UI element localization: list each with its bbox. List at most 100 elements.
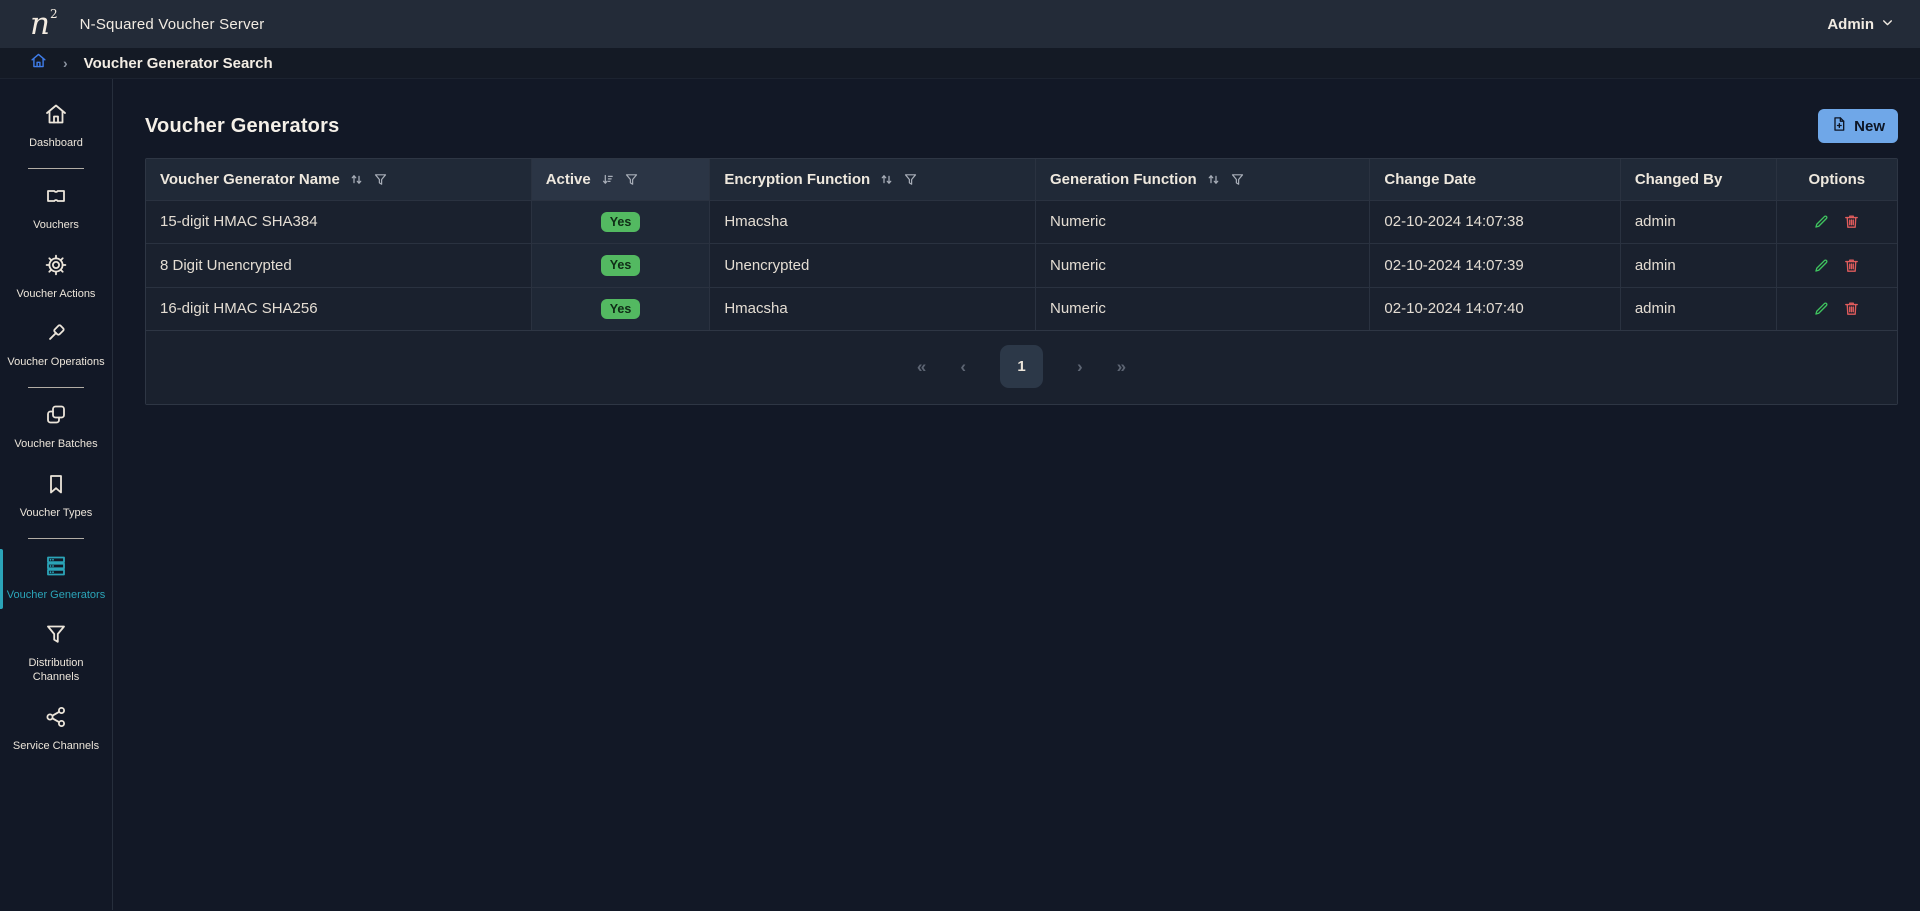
sidebar-item-voucher-batches[interactable]: Voucher Batches [0,394,112,463]
cell-active: Yes [531,200,710,244]
table-row: 15-digit HMAC SHA384 Yes Hmacsha Numeric… [146,200,1897,244]
sort-desc-icon[interactable] [600,172,615,187]
table-row: 8 Digit Unencrypted Yes Unencrypted Nume… [146,244,1897,288]
column-label: Change Date [1384,171,1476,188]
edit-icon[interactable] [1813,213,1830,230]
sidebar-item-label: Distribution Channels [5,657,107,685]
cell-changed-by: admin [1620,287,1776,331]
cell-generation-function: Numeric [1035,287,1369,331]
sort-icon[interactable] [879,172,894,187]
column-header-change-date: Change Date [1370,159,1620,200]
cell-change-date: 02-10-2024 14:07:38 [1370,200,1620,244]
gear-icon [44,253,68,282]
cell-generation-function: Numeric [1035,244,1369,288]
delete-icon[interactable] [1843,213,1860,230]
sidebar-item-label: Service Channels [13,740,99,754]
cell-options [1776,200,1897,244]
pagination: « ‹ 1 › » [146,331,1897,404]
column-header-voucher-generator-name[interactable]: Voucher Generator Name [146,159,531,200]
sidebar-item-label: Voucher Actions [17,288,96,302]
sidebar-item-service-channels[interactable]: Service Channels [0,696,112,765]
cell-changed-by: admin [1620,200,1776,244]
column-header-options: Options [1776,159,1897,200]
home-icon [44,102,68,131]
edit-icon[interactable] [1813,300,1830,317]
cell-options [1776,244,1897,288]
column-header-generation-function[interactable]: Generation Function [1035,159,1369,200]
funnel-icon [44,622,68,651]
top-bar: n 2 N-Squared Voucher Server Admin [0,0,1920,48]
new-button[interactable]: New [1818,109,1898,143]
breadcrumb-separator: › [63,55,68,71]
filter-icon[interactable] [1230,172,1245,187]
sidebar-item-vouchers[interactable]: Vouchers [0,175,112,244]
breadcrumb-current: Voucher Generator Search [84,55,273,72]
logo-squared-glyph: 2 [50,7,58,21]
app-title: N-Squared Voucher Server [80,16,265,33]
cell-generation-function: Numeric [1035,200,1369,244]
status-badge: Yes [601,255,641,276]
filter-icon[interactable] [624,172,639,187]
file-plus-icon [1831,116,1847,136]
sort-icon[interactable] [349,172,364,187]
column-header-active[interactable]: Active [531,159,710,200]
sidebar-item-voucher-actions[interactable]: Voucher Actions [0,244,112,313]
cell-active: Yes [531,244,710,288]
first-page-button[interactable]: « [917,357,926,377]
next-page-button[interactable]: › [1077,357,1083,377]
cell-name: 16-digit HMAC SHA256 [146,287,531,331]
sidebar-item-label: Voucher Batches [14,438,97,452]
last-page-button[interactable]: » [1117,357,1126,377]
hammer-icon [44,321,68,350]
filter-icon[interactable] [373,172,388,187]
sidebar-item-distribution-channels[interactable]: Distribution Channels [0,613,112,696]
logo-n-glyph: n [30,9,50,40]
delete-icon[interactable] [1843,300,1860,317]
column-header-changed-by: Changed By [1620,159,1776,200]
user-menu[interactable]: Admin [1827,16,1894,33]
previous-page-button[interactable]: ‹ [960,357,966,377]
current-page-button[interactable]: 1 [1000,345,1043,388]
chevron-down-icon [1881,16,1894,33]
filter-icon[interactable] [903,172,918,187]
column-header-encryption-function[interactable]: Encryption Function [710,159,1036,200]
column-label: Encryption Function [724,171,870,188]
sidebar-item-label: Dashboard [29,137,83,151]
main-content: Voucher Generators New Voucher Generat [113,79,1920,910]
delete-icon[interactable] [1843,257,1860,274]
sidebar-item-voucher-generators[interactable]: Voucher Generators [0,545,112,614]
server-icon [44,554,68,583]
main-header: Voucher Generators New [145,109,1898,143]
column-label: Active [546,171,591,188]
sidebar-divider [28,168,84,169]
home-icon[interactable] [30,52,47,74]
app-logo[interactable]: n 2 [30,9,58,40]
cell-active: Yes [531,287,710,331]
cell-change-date: 02-10-2024 14:07:40 [1370,287,1620,331]
cell-encryption-function: Hmacsha [710,200,1036,244]
voucher-generators-table: Voucher Generator Name [146,159,1897,331]
table-header-row: Voucher Generator Name [146,159,1897,200]
sort-icon[interactable] [1206,172,1221,187]
sidebar-item-label: Vouchers [33,219,79,233]
column-label: Voucher Generator Name [160,171,340,188]
sidebar-item-dashboard[interactable]: Dashboard [0,93,112,162]
app-shell: Dashboard Vouchers Voucher Actions Vouch… [0,79,1920,910]
bookmark-icon [44,472,68,501]
voucher-generators-table-card: Voucher Generator Name [145,158,1898,405]
sidebar-item-voucher-types[interactable]: Voucher Types [0,463,112,532]
breadcrumb: › Voucher Generator Search [0,48,1920,79]
new-button-label: New [1854,118,1885,135]
cell-options [1776,287,1897,331]
share-nodes-icon [44,705,68,734]
cell-encryption-function: Unencrypted [710,244,1036,288]
cell-change-date: 02-10-2024 14:07:39 [1370,244,1620,288]
cell-name: 8 Digit Unencrypted [146,244,531,288]
sidebar-item-voucher-operations[interactable]: Voucher Operations [0,312,112,381]
cell-changed-by: admin [1620,244,1776,288]
edit-icon[interactable] [1813,257,1830,274]
user-menu-label: Admin [1827,16,1874,33]
copy-icon [44,403,68,432]
sidebar: Dashboard Vouchers Voucher Actions Vouch… [0,79,113,910]
page-title: Voucher Generators [145,115,339,138]
